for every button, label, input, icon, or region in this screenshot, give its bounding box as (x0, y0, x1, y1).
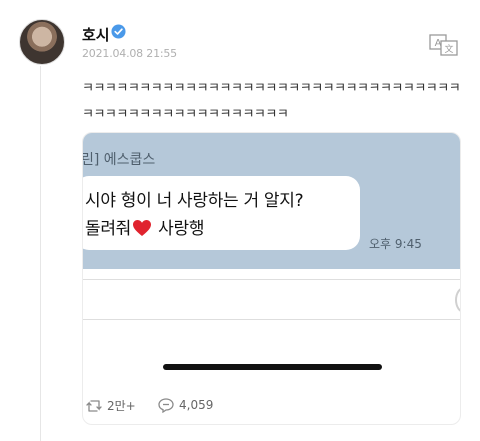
home-indicator (163, 364, 382, 370)
circle-button (455, 287, 460, 313)
divider (83, 279, 460, 280)
post-image[interactable]: 린] 에스쿱스 시야 형이 너 사랑하는 거 알지? 돌려줘 사랑행 오후 9:… (82, 132, 461, 425)
retweet-button[interactable]: 2만+ (85, 397, 136, 414)
chat-time: 오후 9:45 (369, 237, 422, 251)
chat-background: 린] 에스쿱스 시야 형이 너 사랑하는 거 알지? 돌려줘 사랑행 오후 9:… (83, 133, 460, 269)
post-timestamp: 2021.04.08 21:55 (82, 47, 177, 60)
chat-message-start: 돌려줘 (85, 219, 132, 239)
chat-message-line-2: 돌려줘 사랑행 (85, 214, 204, 239)
retweet-icon (86, 399, 102, 412)
post-text: ㅋㅋㅋㅋㅋㅋㅋㅋㅋㅋㅋㅋㅋㅋㅋㅋㅋㅋㅋㅋㅋㅋㅋㅋㅋㅋㅋㅋㅋㅋㅋㅋㅋㅋㅋㅋㅋㅋㅋㅋ… (82, 81, 461, 122)
author-name[interactable]: 호시 (82, 24, 110, 45)
reply-count: 4,059 (179, 398, 214, 412)
retweet-count: 2만+ (107, 399, 136, 413)
chat-bubble: 시야 형이 너 사랑하는 거 알지? 돌려줘 사랑행 (83, 176, 360, 250)
thread-line (40, 66, 41, 441)
verified-badge-icon (111, 24, 126, 39)
svg-text:文: 文 (444, 43, 453, 55)
chat-message-end: 사랑행 (158, 219, 205, 239)
avatar[interactable] (19, 19, 65, 65)
heart-emoji-icon (133, 220, 152, 236)
reply-button[interactable]: 4,059 (157, 397, 213, 413)
chat-message-line-1: 시야 형이 너 사랑하는 거 알지? (85, 191, 304, 211)
translate-icon[interactable]: A 文 (429, 34, 459, 56)
reply-icon (158, 398, 174, 413)
divider (83, 319, 460, 320)
chat-sender-name: 린] 에스쿱스 (82, 152, 156, 168)
